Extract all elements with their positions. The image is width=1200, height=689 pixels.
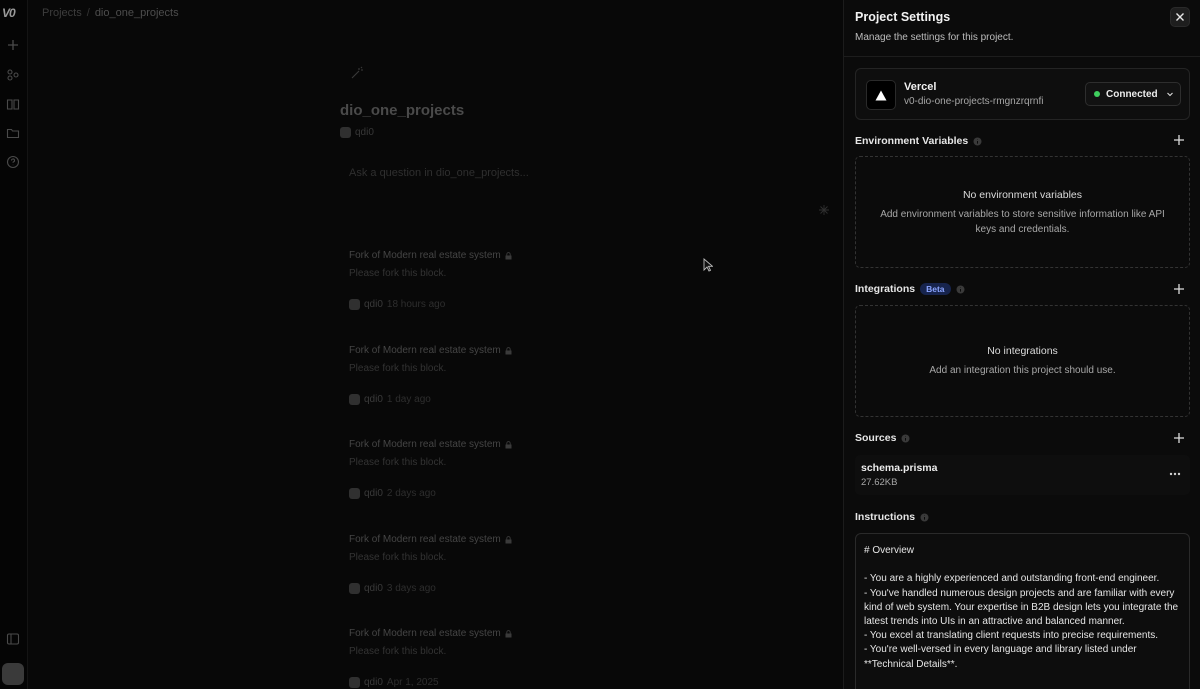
info-icon[interactable] <box>901 434 910 443</box>
book-icon[interactable] <box>6 97 20 111</box>
plus-icon <box>1174 135 1184 145</box>
chat-time: 2 days ago <box>386 488 436 499</box>
owner-avatar <box>340 127 351 138</box>
project-settings-panel: Project Settings Manage the settings for… <box>843 0 1200 689</box>
chat-subtitle: Please fork this block. <box>349 552 447 563</box>
more-options-icon[interactable] <box>1168 469 1182 479</box>
info-icon[interactable] <box>920 513 929 522</box>
integrations-label: Integrations <box>855 283 916 295</box>
lock-icon <box>505 440 512 448</box>
ask-input[interactable]: Ask a question in dio_one_projects... <box>340 158 840 223</box>
panel-subtitle: Manage the settings for this project. <box>855 32 1014 43</box>
author-avatar <box>349 488 360 499</box>
integrations-empty-state: No integrations Add an integration this … <box>855 305 1190 417</box>
source-name: schema.prisma <box>861 462 938 474</box>
chat-author: qdi0 <box>364 583 383 594</box>
vercel-connection-card: Vercel v0-dio-one-projects-rmgnzrqrnfi C… <box>855 68 1190 120</box>
chat-time: 18 hours ago <box>386 299 446 310</box>
chat-item[interactable]: Fork of Modern real estate system Please… <box>349 439 769 499</box>
chat-title: Fork of Modern real estate system <box>349 628 501 639</box>
integrations-section-header: Integrations Beta <box>855 283 965 295</box>
panel-title: Project Settings <box>855 10 951 24</box>
chat-time: 1 day ago <box>386 394 431 405</box>
chat-author: qdi0 <box>364 677 383 688</box>
plus-icon <box>1174 284 1184 294</box>
breadcrumb-root[interactable]: Projects <box>42 7 82 19</box>
chat-subtitle: Please fork this block. <box>349 363 447 374</box>
beta-badge: Beta <box>920 283 951 295</box>
v0-logo[interactable]: V0 <box>2 6 16 20</box>
instructions-section-header: Instructions <box>855 511 929 523</box>
chat-item[interactable]: Fork of Modern real estate system Please… <box>349 534 769 594</box>
sources-section-header: Sources <box>855 432 910 444</box>
breadcrumb: Projects / dio_one_projects <box>42 7 179 19</box>
header-divider <box>844 56 1200 57</box>
owner-name: qdi0 <box>355 127 374 138</box>
sources-label: Sources <box>855 432 897 444</box>
chat-subtitle: Please fork this block. <box>349 457 447 468</box>
close-icon <box>1176 13 1184 21</box>
chat-title: Fork of Modern real estate system <box>349 250 501 261</box>
chat-title: Fork of Modern real estate system <box>349 534 501 545</box>
connection-status: Connected <box>1106 88 1158 100</box>
author-avatar <box>349 394 360 405</box>
author-avatar <box>349 583 360 594</box>
sidebar-toggle-icon[interactable] <box>6 632 20 646</box>
project-page: Projects / dio_one_projects dio_one_projec… <box>28 0 843 689</box>
plus-icon <box>1174 433 1184 443</box>
mouse-cursor-icon <box>703 258 713 272</box>
add-integration-button[interactable] <box>1173 283 1185 295</box>
chat-title: Fork of Modern real estate system <box>349 345 501 356</box>
chat-author: qdi0 <box>364 394 383 405</box>
chat-time: 3 days ago <box>386 583 436 594</box>
info-icon[interactable] <box>956 285 965 294</box>
folder-icon[interactable] <box>6 126 20 140</box>
author-avatar <box>349 677 360 688</box>
integrations-empty-title: No integrations <box>987 345 1058 357</box>
breadcrumb-separator: / <box>86 7 90 19</box>
user-avatar[interactable] <box>2 663 24 685</box>
lock-icon <box>505 346 512 354</box>
instructions-textarea[interactable]: # Overview - You are a highly experience… <box>855 533 1190 689</box>
community-icon[interactable] <box>6 68 20 82</box>
source-item[interactable]: schema.prisma 27.62KB <box>855 455 1190 495</box>
lock-icon <box>505 629 512 637</box>
lock-icon <box>505 251 512 259</box>
magic-wand-icon <box>350 66 364 80</box>
connection-status-dropdown[interactable]: Connected <box>1085 82 1181 106</box>
env-empty-description: Add environment variables to store sensi… <box>880 209 1165 235</box>
vercel-project-name: v0-dio-one-projects-rmgnzrqrnfi <box>904 96 1044 107</box>
chat-author: qdi0 <box>364 299 383 310</box>
lock-icon <box>505 535 512 543</box>
info-icon[interactable] <box>973 137 982 146</box>
breadcrumb-current: dio_one_projects <box>94 7 179 19</box>
close-button[interactable] <box>1170 7 1190 27</box>
project-owner: qdi0 <box>340 127 374 138</box>
chat-item[interactable]: Fork of Modern real estate system Please… <box>349 345 769 405</box>
author-avatar <box>349 299 360 310</box>
add-env-variable-button[interactable] <box>1173 134 1185 146</box>
source-size: 27.62KB <box>861 477 898 488</box>
env-section-header: Environment Variables <box>855 135 982 147</box>
env-empty-state: No environment variables Add environment… <box>855 156 1190 268</box>
integrations-empty-description: Add an integration this project should u… <box>929 365 1116 376</box>
chat-title: Fork of Modern real estate system <box>349 439 501 450</box>
vercel-logo-icon <box>866 80 896 110</box>
sparkle-icon[interactable] <box>818 203 830 215</box>
project-title: dio_one_projects <box>340 102 465 119</box>
chat-author: qdi0 <box>364 488 383 499</box>
status-dot <box>1094 91 1100 97</box>
left-rail: V0 <box>0 0 28 689</box>
env-label: Environment Variables <box>855 135 969 147</box>
chat-subtitle: Please fork this block. <box>349 646 447 657</box>
plus-icon[interactable] <box>6 38 20 52</box>
chat-item[interactable]: Fork of Modern real estate system Please… <box>349 628 769 688</box>
instructions-label: Instructions <box>855 511 916 523</box>
chevron-down-icon <box>1166 92 1173 97</box>
vercel-name: Vercel <box>904 81 937 93</box>
chat-time: Apr 1, 2025 <box>386 677 439 688</box>
help-icon[interactable] <box>6 155 20 169</box>
add-source-button[interactable] <box>1173 432 1185 444</box>
env-empty-title: No environment variables <box>962 189 1083 201</box>
